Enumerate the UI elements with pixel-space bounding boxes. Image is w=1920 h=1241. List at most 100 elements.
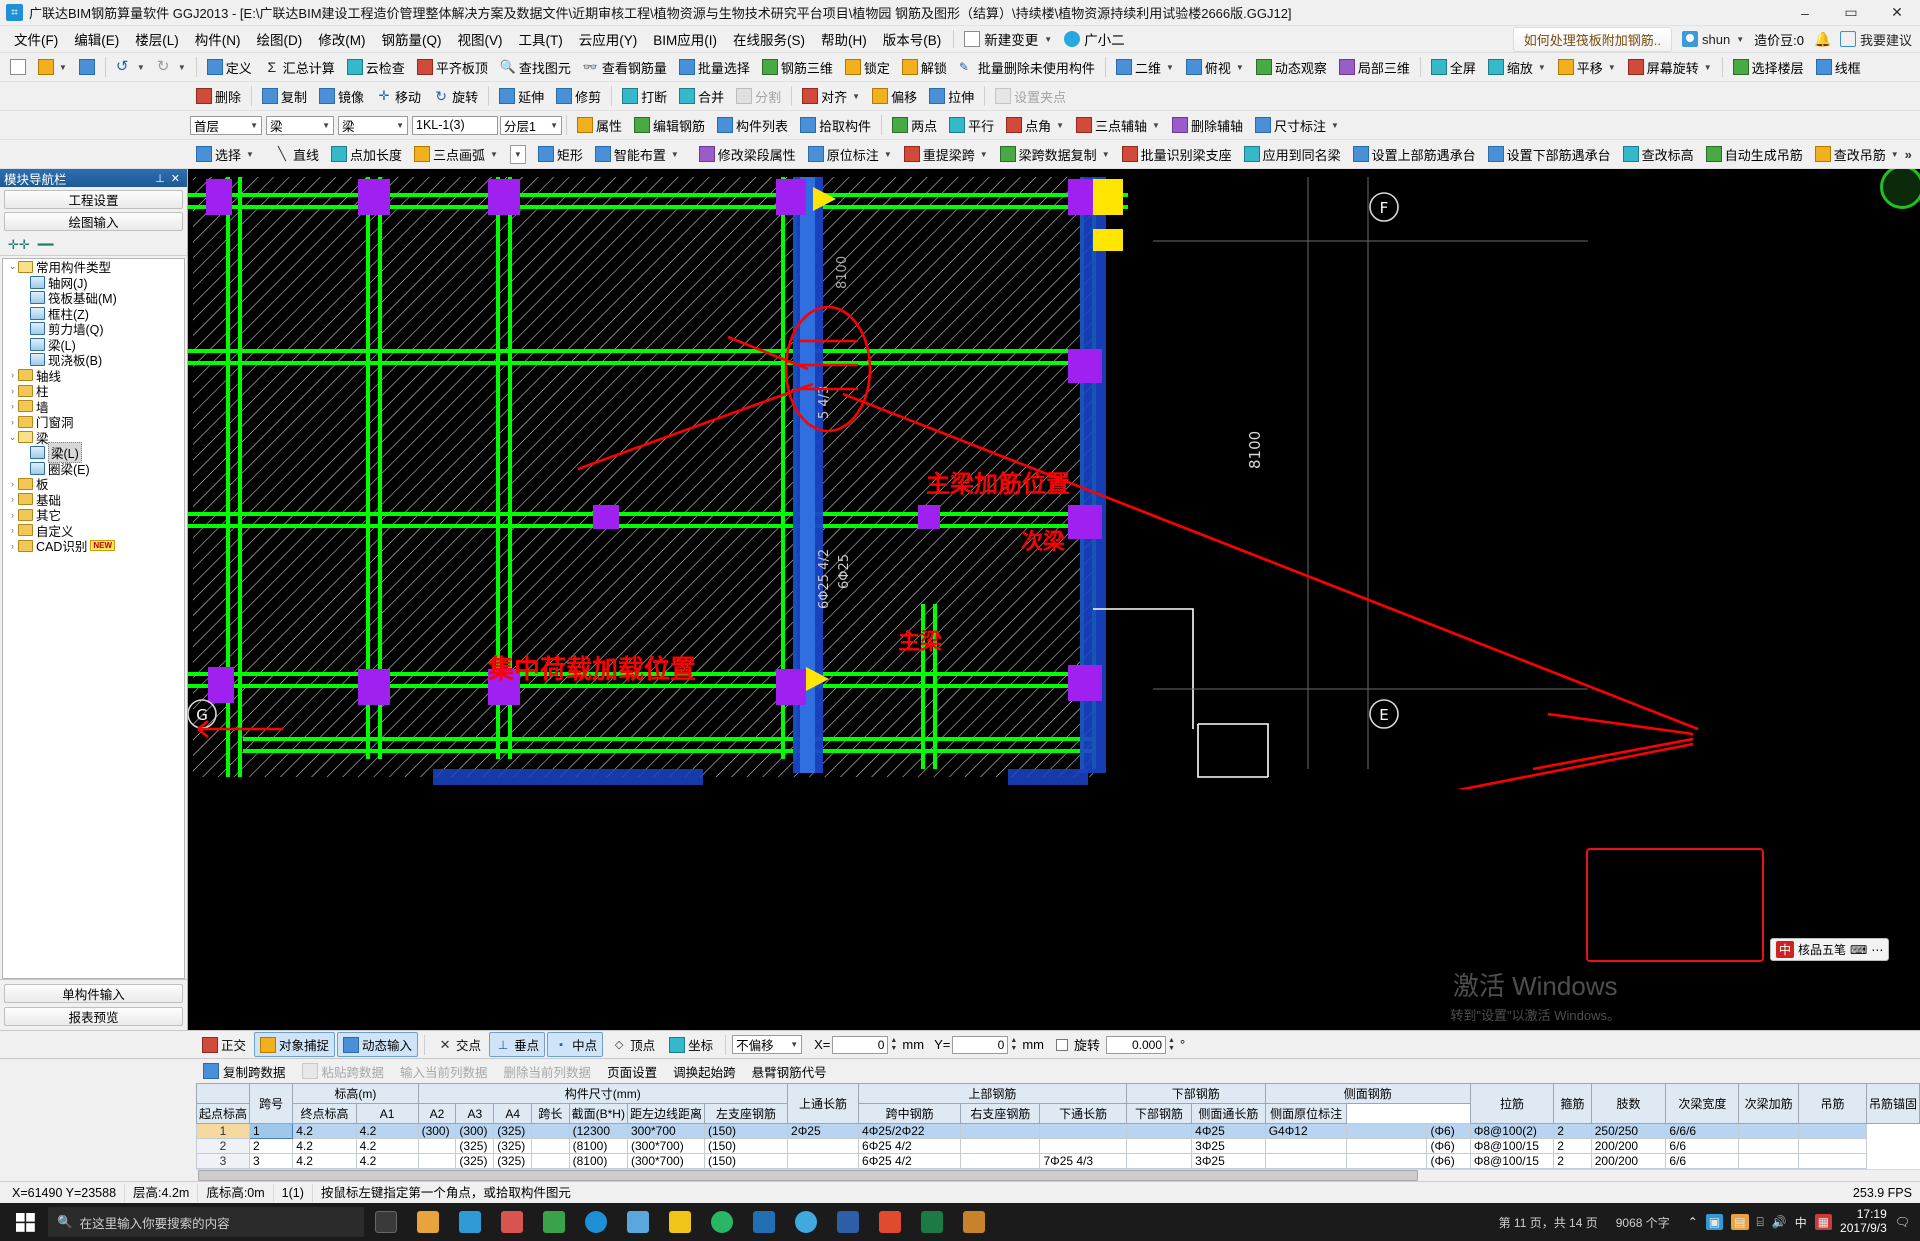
table-cell-section[interactable]: (300*700) — [626, 1138, 706, 1154]
save-button[interactable] — [73, 56, 101, 78]
table-cell-stirrup[interactable]: Φ8@100/15 — [1469, 1153, 1555, 1169]
orbit-button[interactable]: 动态观察 — [1250, 55, 1333, 80]
table-sub-header[interactable]: A1 — [355, 1103, 419, 1124]
offset-button[interactable]: 偏移 — [866, 84, 923, 109]
move-button[interactable]: ✛ 移动 — [370, 84, 427, 109]
table-cell-left_sup[interactable]: 6Φ25 4/2 — [858, 1153, 962, 1169]
table-group-header[interactable]: 构件尺寸(mm) — [417, 1083, 789, 1104]
copy-span-data-button[interactable]: 梁跨数据复制 ▼ — [994, 142, 1116, 167]
taskbar-app-6[interactable] — [618, 1205, 658, 1239]
point-plus-length-button[interactable]: 点加长度 — [325, 142, 408, 167]
close-button[interactable]: ✕ — [1874, 0, 1920, 26]
notification-icon[interactable]: 🗨 — [1895, 1215, 1910, 1229]
table-cell-hanger[interactable] — [1738, 1123, 1799, 1139]
delete-axis-button[interactable]: 删除辅轴 — [1166, 113, 1249, 138]
tray-app-icon-2[interactable]: ▤ — [1731, 1214, 1749, 1230]
tree-item-17[interactable]: › 自定义 — [3, 523, 184, 539]
chevron-up-icon[interactable]: ⌃ — [1688, 1215, 1698, 1229]
select-floor-button[interactable]: 选择楼层 — [1727, 55, 1810, 80]
check-elevation-button[interactable]: 查改标高 — [1617, 142, 1700, 167]
tree-item-13[interactable]: 圈梁(E) — [3, 461, 184, 477]
table-group-header[interactable]: 吊筋 — [1797, 1083, 1867, 1124]
taskbar-app-10[interactable] — [786, 1205, 826, 1239]
floor-select[interactable]: 首层 ▼ — [190, 115, 262, 135]
table-cell-lacing[interactable]: (Φ6) — [1426, 1153, 1471, 1169]
delete-button[interactable]: 删除 — [190, 84, 247, 109]
table-cell-right_sup[interactable]: 7Φ25 4/3 — [1039, 1153, 1127, 1169]
menu-draw[interactable]: 绘图(D) — [249, 26, 311, 52]
extend-button[interactable]: 延伸 — [493, 84, 550, 109]
report-preview-button[interactable]: 报表预览 — [4, 1007, 183, 1026]
flush-slab-top-button[interactable]: 平齐板顶 — [411, 55, 494, 80]
table-cell-kua[interactable]: 3 — [249, 1153, 294, 1169]
set-top-bar-cap-button[interactable]: 设置上部筋遇承台 — [1347, 142, 1482, 167]
single-member-input-button[interactable]: 单构件输入 — [4, 984, 183, 1003]
snap-perpendicular-toggle[interactable]: ⊥ 垂点 — [489, 1032, 546, 1057]
ime-keyboard-icon[interactable]: ⌨ — [1850, 943, 1867, 957]
offset-mode-select[interactable]: 不偏移 ▼ — [732, 1035, 803, 1054]
table-sub-header[interactable]: 下通长筋 — [1039, 1103, 1127, 1124]
layer-select[interactable]: 分层1 ▼ — [500, 115, 562, 135]
table-cell-bot[interactable]: 3Φ25 — [1191, 1153, 1266, 1169]
table-group-header[interactable]: 次梁宽度 — [1665, 1083, 1740, 1124]
fullscreen-button[interactable]: 全屏 — [1425, 55, 1482, 80]
table-sub-header[interactable]: A3 — [455, 1103, 495, 1124]
table-group-header[interactable]: 吊筋锚固 — [1865, 1083, 1920, 1124]
table-sub-header[interactable]: 跨长 — [531, 1103, 570, 1124]
taskbar-app-13[interactable] — [912, 1205, 952, 1239]
minimize-button[interactable]: – — [1782, 0, 1828, 26]
unlock-button[interactable]: 解锁 — [896, 55, 953, 80]
table-cell-bot[interactable]: 4Φ25 — [1191, 1123, 1266, 1139]
component-tree[interactable]: ⌄ 常用构件类型 轴网(J) 筏板基础(M) 框柱(Z) 剪力墙(Q) 梁(L) 现浇板(B)… — [2, 258, 185, 979]
table-sub-header[interactable]: 侧面原位标注 — [1264, 1103, 1348, 1124]
table-cell-sub_add[interactable]: 6/6 — [1665, 1153, 1740, 1169]
table-sub-header[interactable]: A4 — [493, 1103, 533, 1124]
taskbar-app-12[interactable] — [870, 1205, 910, 1239]
chevron-right-icon[interactable]: › — [7, 386, 18, 396]
table-row[interactable]: 2 2 4.2 4.2 (325) (325) (8100) (300*700) (150) 6Φ… — [196, 1138, 1920, 1154]
taskbar-app-11[interactable] — [828, 1205, 868, 1239]
table-cell-kua[interactable]: 1 — [249, 1123, 294, 1139]
taskbar-app-5[interactable] — [576, 1205, 616, 1239]
table-cell-right_sup[interactable] — [1039, 1138, 1127, 1154]
wireframe-button[interactable]: 线框 — [1810, 55, 1867, 80]
table-sub-header[interactable]: 截面(B*H) — [568, 1103, 628, 1124]
screen-rotate-button[interactable]: 屏幕旋转 ▼ — [1622, 55, 1718, 80]
tree-item-10[interactable]: › 门窗洞 — [3, 414, 184, 430]
table-group-header[interactable]: 标高(m) — [292, 1083, 419, 1104]
open-file-button[interactable]: ▼ — [32, 56, 73, 78]
table-group-header[interactable]: 箍筋 — [1553, 1083, 1592, 1124]
table-cell-span_len[interactable]: (12300 — [568, 1123, 628, 1139]
edit-beam-segment-button[interactable]: 修改梁段属性 — [693, 142, 802, 167]
redo-button[interactable]: ↻ ▼ — [151, 56, 192, 78]
span-data-table[interactable]: 跨号 标高(m) 构件尺寸(mm) 上通长筋 上部钢筋 下部钢筋 侧面钢筋 拉筋 箍筋 肢数 次梁宽… — [196, 1083, 1920, 1169]
set-grip-button[interactable]: 设置夹点 — [989, 84, 1072, 109]
drawing-canvas-area[interactable]: F E G 8100 8100 5 4/3 6Φ25 6Φ25 4/2 主梁加筋… — [188, 169, 1920, 1030]
new-file-button[interactable] — [4, 56, 32, 78]
tree-item-18[interactable]: › CAD识别 NEW — [3, 538, 184, 554]
chevron-right-icon[interactable]: › — [7, 494, 18, 504]
cloud-check-button[interactable]: 云检查 — [341, 55, 411, 80]
rotate-input[interactable]: 0.000 — [1106, 1035, 1167, 1054]
menu-modify[interactable]: 修改(M) — [310, 26, 373, 52]
table-cell-mid[interactable] — [960, 1138, 1041, 1154]
tree-item-2[interactable]: 筏板基础(M) — [3, 290, 184, 306]
expand-all-icon[interactable]: ✛✛ — [8, 237, 30, 253]
menu-member[interactable]: 构件(N) — [187, 26, 249, 52]
taskbar-app-2[interactable] — [450, 1205, 490, 1239]
view-rebar-qty-button[interactable]: 👓 查看钢筋量 — [577, 55, 673, 80]
table-group-header[interactable]: 上部钢筋 — [858, 1083, 1127, 1104]
table-cell-legs[interactable]: 2 — [1553, 1138, 1592, 1154]
table-cell-sub_w[interactable]: 250/250 — [1590, 1123, 1667, 1139]
type1-select[interactable]: 梁 ▼ — [266, 115, 334, 135]
taskbar-app-4[interactable] — [534, 1205, 574, 1239]
table-cell-top_through[interactable]: 2Φ25 — [787, 1123, 860, 1139]
table-cell-left_sup[interactable]: 4Φ25/2Φ22 — [858, 1123, 962, 1139]
table-cell-side_note[interactable] — [1346, 1153, 1428, 1169]
table-cell-stirrup[interactable]: Φ8@100(2) — [1469, 1123, 1555, 1139]
table-cell-a2[interactable]: (300) — [455, 1123, 495, 1139]
table-cell-hanger_anchor[interactable] — [1797, 1138, 1867, 1154]
tree-item-15[interactable]: › 基础 — [3, 492, 184, 508]
table-sub-header[interactable]: 右支座钢筋 — [960, 1103, 1041, 1124]
snap-coordinate-toggle[interactable]: 坐标 — [663, 1032, 719, 1057]
